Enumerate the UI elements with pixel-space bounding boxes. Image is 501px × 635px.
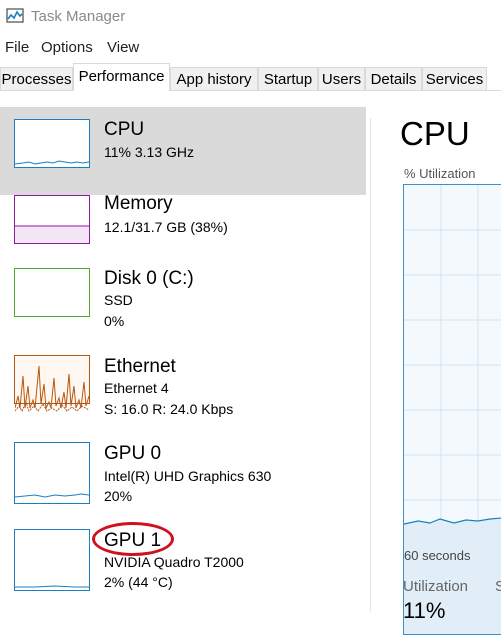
tab-users[interactable]: Users	[318, 67, 365, 90]
gpu-1-thumbnail-graph	[14, 529, 90, 591]
gpu-1-usage: 2% (44 °C)	[104, 574, 173, 590]
tab-app-history[interactable]: App history	[170, 67, 258, 90]
cpu-thumbnail-graph	[14, 119, 90, 168]
tab-processes[interactable]: Processes	[0, 67, 73, 90]
cpu-utilization-graph	[403, 184, 501, 635]
tab-services[interactable]: Services	[422, 67, 487, 90]
resource-list: CPU 11% 3.13 GHz Memory 12.1/31.7 GB (38…	[0, 91, 370, 612]
gpu-1-model: NVIDIA Quadro T2000	[104, 554, 244, 570]
cpu-name: CPU	[104, 119, 145, 140]
utilization-stat-value: 11%	[403, 598, 446, 623]
disk-thumbnail-graph	[14, 268, 90, 317]
resource-gpu-0[interactable]: GPU 0 Intel(R) UHD Graphics 630 20%	[0, 442, 366, 530]
menu-options[interactable]: Options	[41, 39, 93, 56]
disk-usage: 0%	[104, 313, 125, 329]
utilization-stat-label: Utilization	[403, 578, 469, 595]
cpu-usage: 11% 3.13 GHz	[104, 144, 195, 160]
gpu-0-thumbnail-graph	[14, 442, 90, 504]
ethernet-name: Ethernet	[104, 356, 176, 377]
memory-name: Memory	[104, 193, 173, 214]
tab-startup[interactable]: Startup	[258, 67, 318, 90]
speed-stat-label: S	[495, 578, 501, 595]
annotation-circle	[92, 522, 174, 556]
memory-usage: 12.1/31.7 GB (38%)	[104, 219, 228, 235]
tab-details[interactable]: Details	[365, 67, 422, 90]
gpu-0-usage: 20%	[104, 488, 133, 504]
ethernet-throughput: S: 16.0 R: 24.0 Kbps	[104, 401, 234, 417]
time-span-label: 60 seconds	[404, 548, 471, 563]
gpu-0-name: GPU 0	[104, 443, 162, 464]
resource-ethernet[interactable]: Ethernet Ethernet 4 S: 16.0 R: 24.0 Kbps	[0, 355, 366, 443]
tab-strip: Processes Performance App history Startu…	[0, 63, 501, 91]
resource-memory[interactable]: Memory 12.1/31.7 GB (38%)	[0, 192, 366, 280]
window-title: Task Manager	[31, 8, 126, 25]
disk-type: SSD	[104, 292, 133, 308]
title-bar: Task Manager	[0, 0, 501, 34]
resource-disk-0[interactable]: Disk 0 (C:) SSD 0%	[0, 268, 366, 356]
resource-cpu[interactable]: CPU 11% 3.13 GHz	[0, 107, 366, 195]
ethernet-thumbnail-graph	[14, 355, 90, 413]
gpu-0-model: Intel(R) UHD Graphics 630	[104, 468, 272, 484]
cpu-detail-pane: CPU % Utilization 60 seconds Utilization…	[371, 91, 501, 635]
tab-performance[interactable]: Performance	[73, 63, 170, 91]
task-manager-icon	[6, 8, 24, 23]
ethernet-adapter: Ethernet 4	[104, 380, 169, 396]
detail-title: CPU	[400, 115, 470, 152]
menu-file[interactable]: File	[5, 39, 29, 56]
menu-bar: File Options View	[0, 36, 501, 60]
resource-gpu-1[interactable]: GPU 1 NVIDIA Quadro T2000 2% (44 °C)	[0, 529, 366, 617]
memory-thumbnail-graph	[14, 195, 90, 244]
menu-view[interactable]: View	[107, 39, 139, 56]
disk-name: Disk 0 (C:)	[104, 268, 194, 289]
utilization-axis-label: % Utilization	[404, 166, 476, 181]
